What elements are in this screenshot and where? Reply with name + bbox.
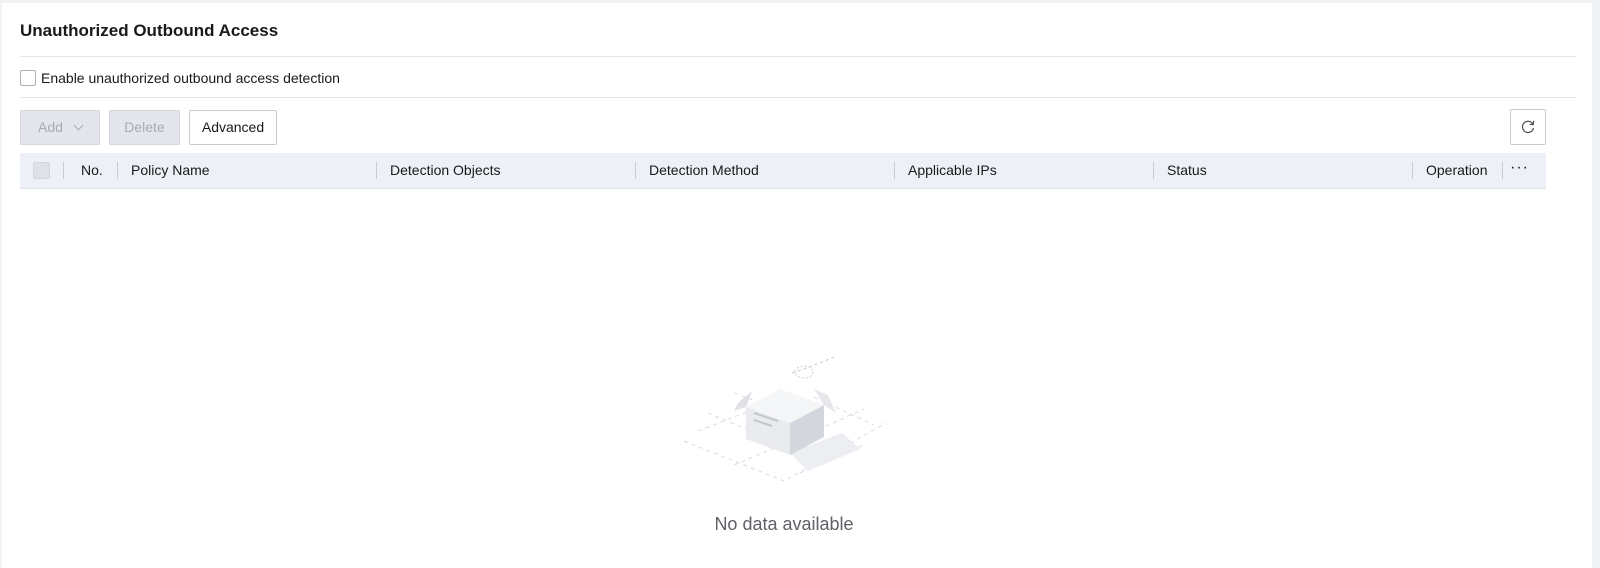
column-header-applicable-ips[interactable]: Applicable IPs bbox=[908, 153, 997, 188]
column-separator bbox=[376, 162, 377, 179]
enable-detection-checkbox[interactable] bbox=[20, 70, 36, 86]
column-header-status[interactable]: Status bbox=[1167, 153, 1207, 188]
select-all-checkbox[interactable] bbox=[33, 162, 50, 179]
add-button-label: Add bbox=[38, 119, 63, 135]
empty-state-message: No data available bbox=[714, 514, 854, 534]
page-title: Unauthorized Outbound Access bbox=[20, 21, 279, 40]
column-separator bbox=[894, 162, 895, 179]
toolbar: Add Delete Advanced bbox=[20, 109, 286, 145]
column-separator bbox=[1502, 162, 1503, 179]
add-button[interactable]: Add bbox=[20, 109, 100, 145]
column-header-policy-name[interactable]: Policy Name bbox=[131, 153, 210, 188]
options-divider bbox=[20, 97, 1576, 98]
enable-detection-row[interactable]: Enable unauthorized outbound access dete… bbox=[20, 68, 340, 88]
policy-panel: Unauthorized Outbound Access Enable unau… bbox=[2, 3, 1592, 568]
column-separator bbox=[1153, 162, 1154, 179]
column-header-no[interactable]: No. bbox=[81, 153, 103, 188]
advanced-button[interactable]: Advanced bbox=[189, 109, 277, 145]
refresh-icon bbox=[1521, 120, 1535, 134]
enable-detection-label[interactable]: Enable unauthorized outbound access dete… bbox=[41, 70, 340, 86]
title-divider bbox=[20, 56, 1576, 57]
column-header-operation[interactable]: Operation bbox=[1426, 153, 1487, 188]
more-horizontal-icon[interactable]: ··· bbox=[1510, 153, 1529, 188]
column-separator bbox=[635, 162, 636, 179]
column-separator bbox=[117, 162, 118, 179]
delete-button[interactable]: Delete bbox=[109, 109, 180, 145]
refresh-button[interactable] bbox=[1510, 109, 1546, 145]
column-separator bbox=[1412, 162, 1413, 179]
column-header-detection-method[interactable]: Detection Method bbox=[649, 153, 759, 188]
empty-box-icon bbox=[683, 356, 887, 482]
table-header: No. Policy Name Detection Objects Detect… bbox=[20, 153, 1546, 189]
chevron-down-icon bbox=[73, 120, 84, 131]
column-separator bbox=[63, 162, 64, 179]
column-header-detection-objects[interactable]: Detection Objects bbox=[390, 153, 501, 188]
